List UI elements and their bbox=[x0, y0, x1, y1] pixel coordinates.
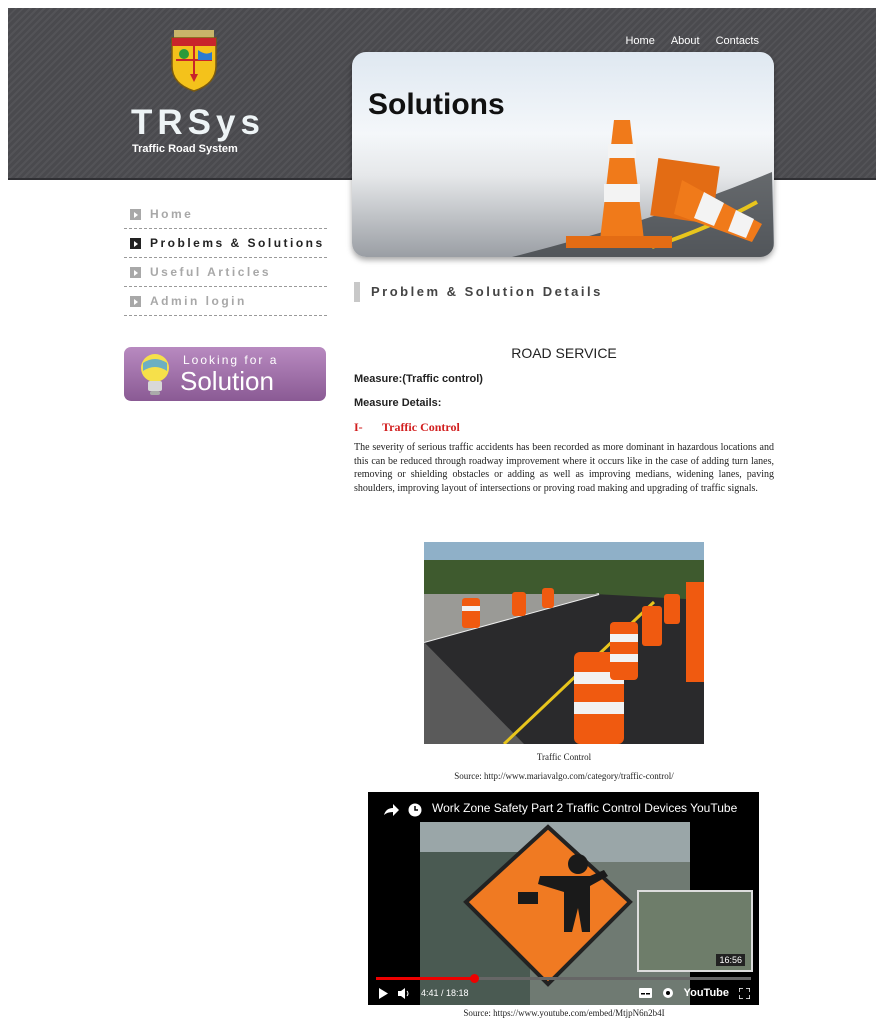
traffic-control-photo bbox=[424, 542, 704, 744]
section-heading: Problem & Solution Details bbox=[354, 282, 603, 302]
captions-icon[interactable] bbox=[638, 988, 652, 998]
sidebar-nav: Home Problems & Solutions Useful Article… bbox=[124, 200, 327, 316]
top-nav-about[interactable]: About bbox=[671, 35, 700, 47]
video-time: 4:41 / 18:18 bbox=[421, 988, 469, 998]
subheading-text: Traffic Control bbox=[382, 420, 460, 434]
promo-line2: Solution bbox=[180, 366, 274, 396]
progress-fill bbox=[376, 974, 478, 983]
top-nav-home[interactable]: Home bbox=[625, 35, 654, 47]
preview-thumbnail: 16:56 bbox=[637, 890, 753, 972]
video-source[interactable]: Source: https://www.youtube.com/embed/Mt… bbox=[354, 1008, 774, 1018]
article-content: ROAD SERVICE Measure:(Traffic control) M… bbox=[354, 345, 774, 495]
sidebar-item-label: Home bbox=[150, 207, 194, 221]
arrow-bullet-icon bbox=[130, 208, 141, 220]
sidebar-item-label: Problems & Solutions bbox=[150, 236, 325, 250]
share-icon[interactable] bbox=[382, 803, 400, 817]
arrow-bullet-icon bbox=[130, 237, 141, 249]
video-progress-bar[interactable] bbox=[376, 974, 751, 983]
youtube-video-player[interactable]: Work Zone Safety Part 2 Traffic Control … bbox=[368, 792, 759, 1005]
player-controls: 4:41 / 18:18 YouTube bbox=[378, 985, 750, 1001]
settings-gear-icon[interactable] bbox=[662, 987, 674, 999]
photo-caption: Traffic Control bbox=[536, 752, 592, 762]
sidebar-item-label: Admin login bbox=[150, 294, 247, 308]
brand-name: TRSys bbox=[131, 103, 265, 142]
watch-later-icon[interactable] bbox=[408, 803, 422, 817]
university-crest-logo bbox=[171, 30, 217, 92]
promo-line1: Looking for a bbox=[183, 353, 279, 367]
fullscreen-icon[interactable] bbox=[739, 987, 750, 999]
subheading: I- Traffic Control bbox=[354, 420, 774, 435]
top-nav: Home About Contacts bbox=[625, 35, 759, 47]
sidebar-item-problems-solutions[interactable]: Problems & Solutions bbox=[124, 229, 327, 258]
top-nav-contacts[interactable]: Contacts bbox=[716, 35, 759, 47]
article-title: ROAD SERVICE bbox=[511, 345, 617, 361]
photo-source[interactable]: Source: http://www.mariavalgo.com/catego… bbox=[354, 771, 774, 781]
lightbulb-icon bbox=[141, 354, 169, 395]
hero-title: Solutions bbox=[368, 88, 505, 121]
hero-banner: Solutions bbox=[352, 52, 774, 257]
volume-icon[interactable] bbox=[398, 987, 411, 999]
youtube-logo[interactable]: YouTube bbox=[684, 987, 729, 999]
play-icon[interactable] bbox=[378, 987, 388, 999]
looking-for-solution-banner[interactable]: Looking for a Solution bbox=[124, 347, 326, 401]
arrow-bullet-icon bbox=[130, 266, 141, 278]
thumbnail-time: 16:56 bbox=[716, 954, 745, 966]
sidebar-item-admin-login[interactable]: Admin login bbox=[124, 287, 327, 316]
traffic-cones-illustration bbox=[512, 120, 774, 257]
subheading-number: I- bbox=[354, 420, 363, 434]
sidebar-item-home[interactable]: Home bbox=[124, 200, 327, 229]
measure-details-label: Measure Details: bbox=[354, 397, 442, 409]
arrow-bullet-icon bbox=[130, 295, 141, 307]
brand-tagline: Traffic Road System bbox=[132, 143, 238, 155]
measure-label: Measure:(Traffic control) bbox=[354, 373, 483, 385]
video-title[interactable]: Work Zone Safety Part 2 Traffic Control … bbox=[432, 801, 737, 815]
article-paragraph: The severity of serious traffic accident… bbox=[354, 442, 774, 494]
sidebar-item-useful-articles[interactable]: Useful Articles bbox=[124, 258, 327, 287]
sidebar-item-label: Useful Articles bbox=[150, 265, 272, 279]
